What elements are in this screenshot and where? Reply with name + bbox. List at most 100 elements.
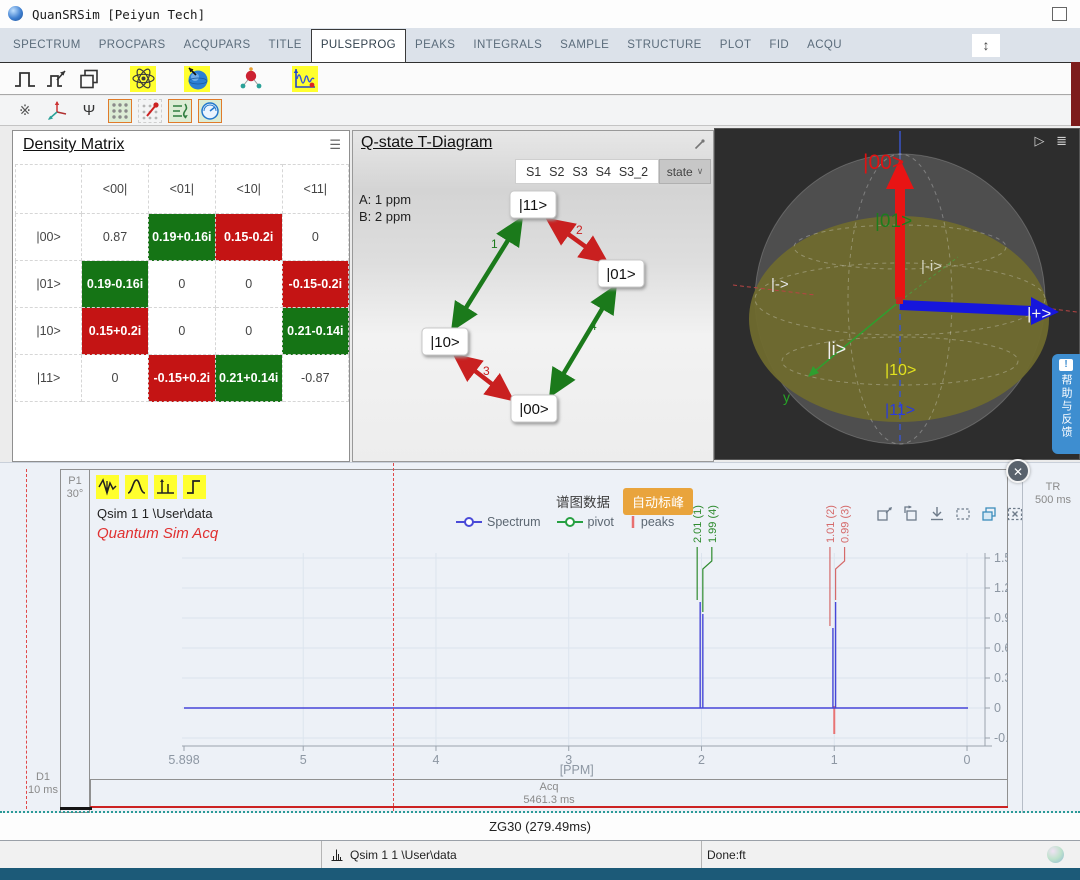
bloch-label: y — [783, 389, 790, 405]
tab-peaks[interactable]: PEAKS — [406, 29, 464, 61]
legend-item-peaks[interactable]: peaks — [630, 515, 674, 529]
bloch-label: |i> — [827, 339, 846, 359]
row-header: |10> — [16, 308, 82, 355]
chart-legend: Spectrum pivot peaks — [456, 515, 674, 529]
auto-peak-button[interactable]: 自动标峰 — [623, 488, 693, 515]
density-grid-icon[interactable] — [108, 99, 132, 123]
molecule-icon[interactable] — [238, 66, 264, 92]
seq-button-s1[interactable]: S1 — [526, 165, 541, 179]
matrix-cell: -0.15-0.2i — [282, 261, 348, 308]
gauge-icon[interactable] — [198, 99, 222, 123]
maximize-button[interactable] — [1052, 7, 1067, 21]
tab-plot[interactable]: PLOT — [711, 29, 761, 61]
matrix-cell: 0.15-0.2i — [215, 214, 282, 261]
legend-label: peaks — [641, 515, 674, 529]
transition-arrow-4[interactable] — [552, 289, 614, 393]
overlay-icon[interactable] — [980, 505, 998, 523]
bloch-sphere-canvas[interactable]: |00>|01>|->|-i>|+>|i>|10>|11>y — [715, 129, 1079, 459]
zoom-box-icon[interactable] — [876, 505, 894, 523]
menu-bar: SPECTRUMPROCPARSACQUPARSTITLEPULSEPROGPE… — [0, 28, 1080, 62]
state-dropdown[interactable]: state ∨ — [659, 159, 711, 184]
transition-arrow-1[interactable] — [454, 221, 520, 327]
pulse-edit-icon[interactable] — [44, 66, 70, 92]
matrix-cell: 0.15+0.2i — [82, 308, 149, 355]
reference-mark-icon[interactable]: ※ — [12, 98, 38, 124]
tab-procpars[interactable]: PROCPARS — [90, 29, 175, 61]
atom-icon[interactable] — [130, 66, 156, 92]
peak-bars-icon[interactable] — [154, 475, 177, 499]
matrix-cell: 0 — [148, 308, 215, 355]
peak-label: 0.99 (3) — [840, 505, 852, 543]
state-node[interactable]: |00> — [511, 395, 557, 422]
matrix-cell: -0.15+0.2i — [148, 355, 215, 402]
state-node[interactable]: |10> — [422, 328, 468, 355]
tab-integrals[interactable]: INTEGRALS — [464, 29, 551, 61]
download-icon[interactable] — [928, 505, 946, 523]
main-toolbar — [0, 62, 1080, 95]
pulse-program-name: ZG30 (279.49ms) — [0, 813, 1080, 841]
row-header: |11> — [16, 355, 82, 402]
tab-structure[interactable]: STRUCTURE — [618, 29, 711, 61]
transition-number: 4 — [590, 319, 597, 333]
col-header: <10| — [215, 165, 282, 214]
svg-text:|01>: |01> — [606, 266, 636, 283]
matrix-cell: 0 — [82, 355, 149, 402]
legend-item-spectrum[interactable]: Spectrum — [456, 515, 541, 529]
acq-label: Acq — [91, 781, 1007, 794]
status-sphere-icon — [1047, 846, 1064, 863]
close-icon[interactable]: ✕ — [1006, 459, 1030, 483]
tab-acqu[interactable]: ACQU — [798, 29, 851, 61]
grid-pin-icon[interactable] — [138, 99, 162, 123]
status-file-path: Qsim 1 1 \User\data — [350, 848, 457, 862]
bloch-sphere-icon[interactable] — [184, 66, 210, 92]
row-header: |00> — [16, 214, 82, 261]
pulse-icon[interactable] — [12, 66, 38, 92]
bloch-toolbar-icons[interactable]: ▷ ≣ — [1034, 133, 1071, 149]
qstate-list-icon[interactable] — [168, 99, 192, 123]
matrix-cell: 0 — [282, 214, 348, 261]
legend-label: pivot — [588, 515, 614, 529]
expand-toolbar-button[interactable]: ↕ — [972, 34, 1000, 57]
axes-3d-icon[interactable] — [44, 98, 70, 124]
step-icon[interactable] — [183, 475, 206, 499]
transition-number: 1 — [491, 237, 498, 251]
psi-icon[interactable]: Ψ — [76, 98, 102, 124]
feedback-bubble-icon: ! — [1059, 359, 1073, 371]
tab-acqupars[interactable]: ACQUPARS — [175, 29, 260, 61]
panel-menu-icon[interactable]: ☰ — [329, 137, 341, 153]
matrix-cell: 0.19-0.16i — [82, 261, 149, 308]
tab-fid[interactable]: FID — [760, 29, 798, 61]
tab-sample[interactable]: SAMPLE — [551, 29, 618, 61]
state-node[interactable]: |11> — [510, 191, 556, 218]
spectrum-mini-icon — [330, 848, 344, 862]
pin-icon[interactable] — [693, 138, 706, 151]
matrix-cell: 0 — [215, 261, 282, 308]
tab-pulseprog[interactable]: PULSEPROG — [311, 29, 406, 63]
tab-title[interactable]: TITLE — [260, 29, 311, 61]
bloch-label: |00> — [863, 151, 904, 174]
matrix-cell: 0.87 — [82, 214, 149, 261]
zoom-reset-icon[interactable] — [902, 505, 920, 523]
acq-box: Acq 5461.3 ms — [90, 780, 1008, 807]
fid-plot-icon[interactable] — [292, 66, 318, 92]
brush-select-icon[interactable] — [954, 505, 972, 523]
transition-number: 2 — [576, 223, 583, 237]
fid-decay-icon[interactable] — [96, 475, 119, 499]
seq-button-s3[interactable]: S3 — [572, 165, 587, 179]
legend-item-pivot[interactable]: pivot — [557, 515, 614, 529]
seq-button-s3_2[interactable]: S3_2 — [619, 165, 648, 179]
help-feedback-tab[interactable]: ! 帮助与反馈 — [1052, 354, 1080, 454]
peak-curve-icon[interactable] — [125, 475, 148, 499]
peak-label: 1.99 (4) — [707, 505, 719, 543]
seq-button-s2[interactable]: S2 — [549, 165, 564, 179]
tab-spectrum[interactable]: SPECTRUM — [4, 29, 90, 61]
copy-icon[interactable] — [76, 66, 102, 92]
x-tick-label: 0 — [964, 753, 971, 767]
state-node[interactable]: |01> — [598, 260, 644, 287]
peak-label: 1.01 (2) — [825, 505, 837, 543]
delay-baseline — [60, 807, 92, 810]
toolbar-edge-stripe — [1071, 62, 1080, 126]
tr-column-divider — [1022, 463, 1023, 813]
seq-button-s4[interactable]: S4 — [596, 165, 611, 179]
status-cell-file: Qsim 1 1 \User\data — [322, 841, 702, 868]
